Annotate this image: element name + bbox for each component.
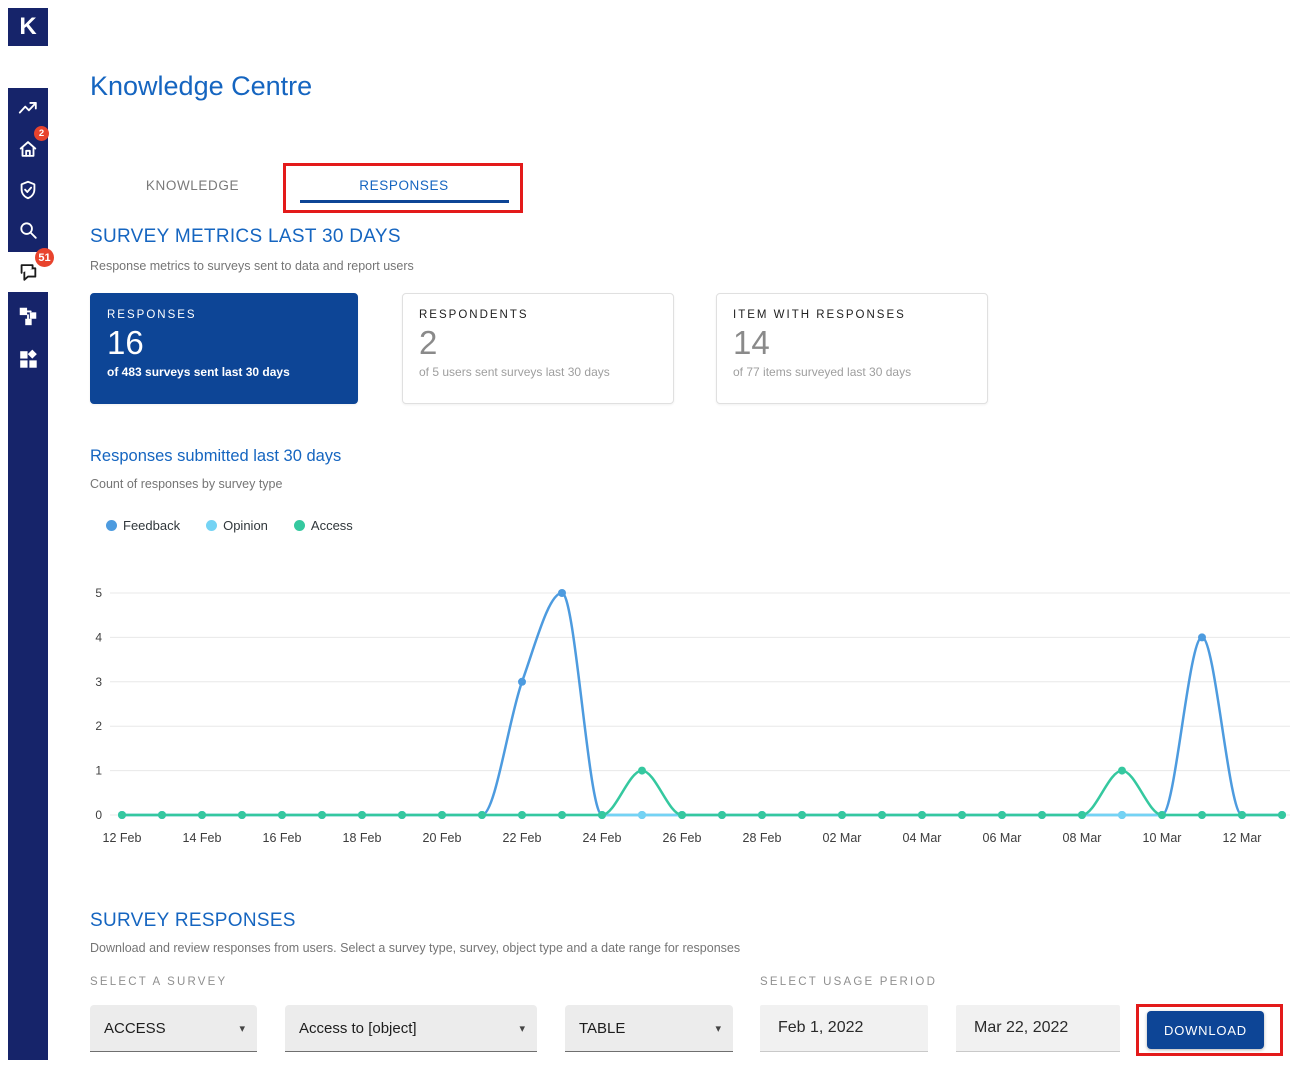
start-date-value: Feb 1, 2022 xyxy=(778,1019,863,1037)
trending-up-icon xyxy=(17,97,39,119)
select-survey-label: SELECT A SURVEY xyxy=(90,976,227,988)
metric-caption: of 5 users sent surveys last 30 days xyxy=(419,365,657,379)
legend-dot-access xyxy=(294,520,305,531)
svg-text:3: 3 xyxy=(95,675,102,689)
home-icon xyxy=(17,138,39,160)
sidebar-item-shield[interactable] xyxy=(8,170,48,210)
legend-item-access[interactable]: Access xyxy=(294,518,353,533)
sidebar-item-dashboard[interactable] xyxy=(8,339,48,379)
metric-card-respondents[interactable]: RESPONDENTS 2 of 5 users sent surveys la… xyxy=(402,293,674,404)
svg-text:02 Mar: 02 Mar xyxy=(823,831,862,845)
metric-card-items[interactable]: ITEM WITH RESPONSES 14 of 77 items surve… xyxy=(716,293,988,404)
sitemap-icon xyxy=(17,305,39,327)
survey-type-select[interactable]: ACCESS ▾ xyxy=(90,1005,257,1052)
metric-card-responses[interactable]: RESPONSES 16 of 483 surveys sent last 30… xyxy=(90,293,358,404)
metrics-heading: SURVEY METRICS LAST 30 DAYS xyxy=(90,226,401,248)
app-logo[interactable]: K xyxy=(8,8,48,46)
legend-dot-feedback xyxy=(106,520,117,531)
metric-caption: of 77 items surveyed last 30 days xyxy=(733,365,971,379)
survey-value: Access to [object] xyxy=(299,1020,417,1037)
survey-responses-subheading: Download and review responses from users… xyxy=(90,941,740,955)
responses-line-chart: 0 1 2 3 4 5 12 Feb 14 Feb 16 Feb 18 Feb 20 Feb 22 F… xyxy=(86,580,1290,852)
legend-label: Feedback xyxy=(123,518,180,533)
legend-item-feedback[interactable]: Feedback xyxy=(106,518,180,533)
survey-type-value: ACCESS xyxy=(104,1020,166,1037)
search-icon xyxy=(17,219,39,241)
dashboard-icon xyxy=(17,348,39,370)
metric-value: 16 xyxy=(107,324,341,362)
survey-responses-heading: SURVEY RESPONSES xyxy=(90,910,296,932)
svg-text:1: 1 xyxy=(95,764,102,778)
legend-label: Opinion xyxy=(223,518,268,533)
chevron-down-icon: ▾ xyxy=(715,1022,721,1035)
object-type-select[interactable]: TABLE ▾ xyxy=(565,1005,733,1052)
shield-check-icon xyxy=(17,179,39,201)
sidebar-item-search[interactable] xyxy=(8,210,48,250)
metric-label: RESPONSES xyxy=(107,309,341,321)
usage-period-label: SELECT USAGE PERIOD xyxy=(760,976,937,988)
sidebar-item-sitemap[interactable] xyxy=(8,296,48,336)
end-date-value: Mar 22, 2022 xyxy=(974,1019,1068,1037)
svg-text:10 Mar: 10 Mar xyxy=(1143,831,1182,845)
metrics-subheading: Response metrics to surveys sent to data… xyxy=(90,259,414,273)
metric-value: 14 xyxy=(733,324,971,362)
sidebar: 2 51 xyxy=(8,88,48,1060)
svg-text:26 Feb: 26 Feb xyxy=(663,831,702,845)
object-type-value: TABLE xyxy=(579,1020,625,1037)
home-badge: 2 xyxy=(34,126,49,141)
chevron-down-icon: ▾ xyxy=(519,1022,525,1035)
active-tab-underline xyxy=(300,200,509,203)
svg-text:20 Feb: 20 Feb xyxy=(423,831,462,845)
sidebar-item-messages[interactable]: 51 xyxy=(8,252,48,292)
sidebar-item-home[interactable]: 2 xyxy=(8,129,48,169)
metric-label: ITEM WITH RESPONSES xyxy=(733,309,971,321)
tab-knowledge[interactable]: KNOWLEDGE xyxy=(90,170,295,200)
metric-value: 2 xyxy=(419,324,657,362)
legend-item-opinion[interactable]: Opinion xyxy=(206,518,268,533)
messages-icon xyxy=(17,261,39,283)
legend-label: Access xyxy=(311,518,353,533)
svg-text:24 Feb: 24 Feb xyxy=(583,831,622,845)
chevron-down-icon: ▾ xyxy=(239,1022,245,1035)
metric-label: RESPONDENTS xyxy=(419,309,657,321)
sidebar-item-trending[interactable] xyxy=(8,88,48,128)
metric-caption: of 483 surveys sent last 30 days xyxy=(107,365,341,379)
svg-text:14 Feb: 14 Feb xyxy=(183,831,222,845)
chart-subtitle: Count of responses by survey type xyxy=(90,477,282,491)
svg-text:0: 0 xyxy=(95,808,102,822)
svg-text:12 Mar: 12 Mar xyxy=(1223,831,1262,845)
end-date-field[interactable]: Mar 22, 2022 xyxy=(956,1005,1120,1052)
tab-responses[interactable]: RESPONSES xyxy=(295,170,513,200)
svg-text:04 Mar: 04 Mar xyxy=(903,831,942,845)
svg-text:28 Feb: 28 Feb xyxy=(743,831,782,845)
svg-text:5: 5 xyxy=(95,586,102,600)
svg-text:08 Mar: 08 Mar xyxy=(1063,831,1102,845)
svg-text:12 Feb: 12 Feb xyxy=(103,831,142,845)
start-date-field[interactable]: Feb 1, 2022 xyxy=(760,1005,928,1052)
svg-text:06 Mar: 06 Mar xyxy=(983,831,1022,845)
svg-text:4: 4 xyxy=(95,630,102,644)
page-title: Knowledge Centre xyxy=(90,71,312,102)
svg-text:2: 2 xyxy=(95,719,102,733)
page: K 2 51 Knowledge Centre KNOWLEDGE RESPON… xyxy=(0,0,1296,1067)
logo-letter: K xyxy=(19,13,36,41)
download-button[interactable]: DOWNLOAD xyxy=(1147,1011,1264,1049)
svg-text:22 Feb: 22 Feb xyxy=(503,831,542,845)
messages-badge: 51 xyxy=(35,248,54,267)
survey-select[interactable]: Access to [object] ▾ xyxy=(285,1005,537,1052)
legend-dot-opinion xyxy=(206,520,217,531)
chart-legend: Feedback Opinion Access xyxy=(106,518,353,533)
svg-text:18 Feb: 18 Feb xyxy=(343,831,382,845)
chart-title: Responses submitted last 30 days xyxy=(90,447,341,466)
svg-text:16 Feb: 16 Feb xyxy=(263,831,302,845)
